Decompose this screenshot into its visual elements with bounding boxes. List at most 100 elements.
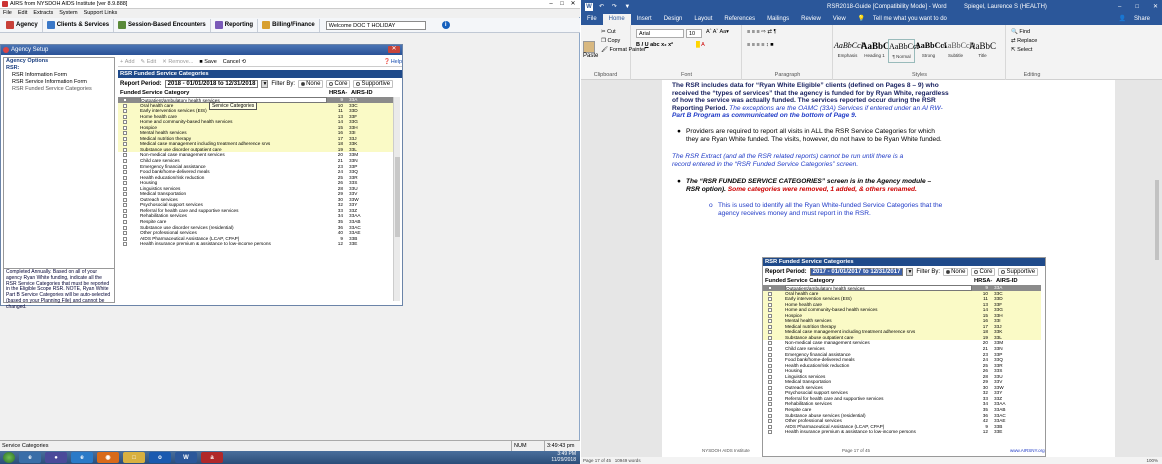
menu-extracts[interactable]: Extracts	[33, 9, 53, 17]
font-color-icons[interactable]: █ A	[696, 42, 705, 48]
agency-window-icon	[3, 47, 9, 53]
airs-taskbar-icon[interactable]: a	[201, 452, 223, 463]
tab-mailings[interactable]: Mailings	[761, 14, 795, 25]
tab-references[interactable]: References	[718, 14, 761, 25]
col-service-category[interactable]: Service Category	[142, 90, 329, 97]
tree-rsr-information-form[interactable]: RSR Information Form	[4, 72, 114, 79]
paste-button[interactable]: Paste	[583, 41, 598, 59]
tree-agency-options[interactable]: Agency Options	[4, 58, 114, 65]
menu-system[interactable]: System	[59, 9, 77, 17]
style-strong[interactable]: AaBbCcI Strong	[915, 39, 947, 63]
ie-taskbar-icon[interactable]: e	[19, 452, 41, 463]
format-buttons[interactable]: B I U abc x₂ x²	[636, 42, 673, 48]
info-icon[interactable]: i	[441, 21, 450, 29]
checkbox-icon	[123, 197, 127, 202]
status-page[interactable]: Page 17 of 45	[583, 458, 611, 463]
system-tray[interactable]: 3:49 PM 11/29/2018	[551, 451, 576, 463]
cancel-button[interactable]: Cancel ⟲	[223, 59, 246, 65]
tree-rsr-funded-service-categories[interactable]: RSR Funded Service Categories	[4, 86, 114, 93]
grow-font-icon[interactable]: Aˆ Aˇ Aa▾	[706, 29, 729, 35]
table-scrollbar[interactable]	[393, 97, 400, 301]
table-row[interactable]: Health insurance premium & assistance to…	[118, 241, 396, 247]
tree-rsr[interactable]: RSR:	[4, 65, 114, 72]
tab-design[interactable]: Design	[658, 14, 689, 25]
edit-button[interactable]: ✎ Edit	[141, 59, 157, 65]
minimize-icon[interactable]: –	[546, 0, 556, 8]
table-row[interactable]: Health insurance premium & assistance to…	[763, 429, 1041, 435]
user-name[interactable]: Spiegel, Laurence S (HEALTH)	[964, 0, 1047, 14]
airs-app-window: AIRS from NYSDOH AIDS Institute [ver 8.9…	[0, 0, 580, 464]
reporting-button[interactable]: Reporting	[211, 18, 259, 32]
tab-review[interactable]: Review	[795, 14, 827, 25]
quick-access-icons[interactable]: ↶ ↷ ▼	[599, 0, 633, 14]
word-window: W ↶ ↷ ▼ RSR2018-Guide [Compatibility Mod…	[581, 0, 1162, 464]
tab-file[interactable]: File	[581, 14, 603, 25]
filter-supportive-radio[interactable]: Supportive	[353, 80, 394, 88]
menu-file[interactable]: File	[3, 9, 12, 17]
tab-view[interactable]: View	[827, 14, 852, 25]
firefox-taskbar-icon[interactable]: ◉	[97, 452, 119, 463]
col-hrsa-id[interactable]: HRSA-ID	[329, 90, 347, 103]
filter-none-radio[interactable]: None	[298, 80, 324, 88]
col-funded[interactable]: Funded	[120, 90, 142, 97]
menu-support-links[interactable]: Support Links	[84, 9, 118, 17]
report-period-select[interactable]: 2018 - 01/01/2018 to 12/31/2018	[164, 80, 259, 88]
tell-me-box[interactable]: 💡 Tell me what you want to do	[852, 14, 959, 25]
checkbox-icon	[123, 159, 127, 164]
start-icon[interactable]	[3, 452, 15, 463]
explorer-taskbar-icon[interactable]: □	[123, 452, 145, 463]
tab-insert[interactable]: Insert	[631, 14, 658, 25]
checkbox-icon	[768, 324, 772, 329]
filter-core-radio[interactable]: Core	[326, 80, 351, 88]
status-words[interactable]: 10949 words	[615, 458, 641, 463]
inner-filter-none: None	[943, 268, 969, 276]
document-page[interactable]: The RSR includes data for “Ryan White El…	[662, 80, 1115, 457]
word-taskbar-icon[interactable]: W	[175, 452, 197, 463]
tree-rsr-service-information-form[interactable]: RSR Service Information Form	[4, 79, 114, 86]
billing-finance-button[interactable]: Billing/Finance	[258, 18, 320, 32]
col-airs-id[interactable]: AIRS-ID	[347, 90, 373, 97]
font-size-box[interactable]: 10	[686, 29, 702, 38]
remove-button[interactable]: ✕ Remove...	[162, 59, 193, 65]
close-icon[interactable]: ✕	[1153, 0, 1158, 14]
style-subtitle[interactable]: AaBbCcD Subtitle	[942, 39, 975, 63]
document-scrollbar[interactable]	[1154, 80, 1160, 457]
maximize-icon[interactable]: □	[1135, 0, 1139, 14]
help-button[interactable]: ❓Help	[384, 59, 402, 65]
tab-layout[interactable]: Layout	[688, 14, 718, 25]
list-icons[interactable]: ≡ ≡ ≡ ⇨ ⇄ ¶	[747, 29, 776, 35]
style-title[interactable]: AaBbC Title	[969, 39, 996, 63]
minimize-icon[interactable]: –	[1118, 0, 1121, 14]
session-encounters-button[interactable]: Session-Based Encounters	[114, 18, 211, 32]
edge-taskbar-icon[interactable]: e	[71, 452, 93, 463]
funded-checkbox[interactable]	[118, 241, 140, 247]
style-normal[interactable]: AaBbCcI ¶ Normal	[888, 39, 919, 63]
style-heading1[interactable]: AaBbC Heading 1	[861, 39, 890, 63]
close-icon[interactable]: ✕	[388, 46, 400, 53]
save-button[interactable]: ■ Save	[199, 59, 216, 65]
zoom-level[interactable]: 100%	[1146, 457, 1158, 464]
scroll-thumb[interactable]	[395, 157, 400, 237]
font-name-box[interactable]: Arial	[636, 29, 684, 38]
copy-button[interactable]: ❐ Copy	[601, 38, 620, 44]
style-emphasis[interactable]: AaBbCcI Emphasis	[834, 39, 863, 63]
chevron-down-icon[interactable]: ▼	[261, 80, 269, 88]
add-button[interactable]: + Add	[120, 59, 135, 65]
scroll-thumb[interactable]	[1155, 180, 1159, 260]
clients-services-button[interactable]: Clients & Services	[43, 18, 115, 32]
menu-edit[interactable]: Edit	[18, 9, 27, 17]
close-icon[interactable]: ✕	[568, 0, 578, 8]
replace-button[interactable]: ⇄ Replace	[1011, 38, 1037, 44]
save-label: Save	[204, 58, 217, 65]
select-button[interactable]: ⇱ Select	[1011, 47, 1032, 53]
chrome-taskbar-icon[interactable]: ●	[45, 452, 67, 463]
share-button[interactable]: 👤 Share	[1113, 14, 1162, 25]
tab-home[interactable]: Home	[602, 14, 631, 25]
funded-checkbox[interactable]	[763, 429, 785, 435]
align-icons[interactable]: ≡ ≡ ≡ ≡ ↕ ■	[747, 42, 774, 48]
maximize-icon[interactable]: □	[557, 0, 567, 8]
cut-button[interactable]: ✂ Cut	[601, 29, 616, 35]
outlook-taskbar-icon[interactable]: o	[149, 452, 171, 463]
agency-button[interactable]: Agency	[2, 18, 43, 32]
find-button[interactable]: 🔍 Find	[1011, 29, 1030, 35]
